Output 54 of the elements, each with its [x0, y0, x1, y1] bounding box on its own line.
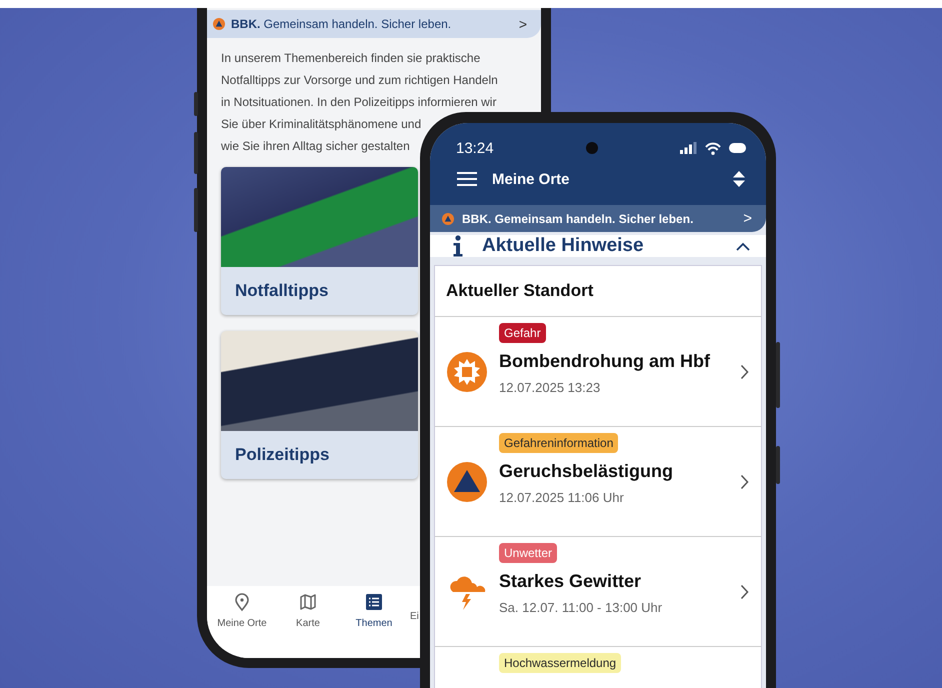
intro-text: In unserem Themenbereich finden sie praktische — [221, 50, 480, 67]
warning-triangle-icon — [442, 212, 454, 224]
chevron-text: > — [743, 210, 752, 227]
banner[interactable]: BBK. Gemeinsam handeln. Sicher leben. > — [430, 205, 766, 232]
warning-item[interactable]: Hochwassermeldung — [435, 647, 761, 688]
intro-text: Notfalltipps zur Vorsorge und zum richtigen Handeln — [221, 72, 498, 89]
banner-text: BBK. Gemeinsam handeln. Sicher leben. — [231, 17, 452, 31]
section-header[interactable]: Aktuelle Hinweise — [430, 235, 766, 257]
warning-date: 12.07.2025 11:06 Uhr — [499, 490, 624, 505]
category-badge: Gefahr — [499, 323, 546, 343]
nav-tab[interactable]: Themen — [341, 592, 407, 658]
nav-tab[interactable]: Karte — [275, 592, 341, 658]
intro-text: in Notsituationen. In den Polizeitipps informieren wir — [221, 94, 496, 111]
warning-item[interactable]: Gefahr Bombendrohung am Hbf 12.07.2025 13:23 — [435, 317, 761, 427]
warning-item[interactable]: Unwetter Starkes Gewitter Sa. 12.07. 11:00 - 13:00 Uhr — [435, 537, 761, 647]
warning-title: Bombendrohung am Hbf — [499, 351, 710, 372]
nav-tab[interactable]: Ei — [407, 592, 419, 658]
topic-card[interactable]: Polizeitipps — [221, 331, 418, 479]
category-badge: Hochwassermeldung — [499, 653, 622, 673]
category-badge: Unwetter — [499, 543, 558, 563]
info-icon — [452, 235, 464, 257]
intro-text: wie Sie ihren Alltag sicher gestalten — [221, 138, 410, 155]
topic-card[interactable]: Notfalltipps — [221, 167, 418, 315]
chevron-right-icon — [740, 364, 749, 380]
warning-title: Geruchsbelästigung — [499, 461, 674, 482]
location-pin-icon — [232, 592, 252, 612]
chevron-right-icon — [740, 474, 749, 490]
camera-icon — [586, 142, 598, 154]
explosion-icon — [447, 352, 487, 392]
map-icon — [298, 592, 318, 612]
warning-date: Sa. 12.07. 11:00 - 13:00 Uhr — [499, 600, 662, 615]
menu-icon[interactable] — [456, 171, 478, 187]
section-title: Aktuelle Hinweise — [482, 235, 645, 257]
topic-title: Polizeitipps — [234, 444, 330, 466]
intro-text: Sie über Kriminalitätsphänomene und — [221, 116, 422, 133]
warning-triangle-icon — [213, 18, 225, 30]
signal-icon — [680, 142, 697, 154]
chevron-text: > — [518, 16, 527, 32]
wifi-icon — [705, 142, 721, 154]
banner[interactable]: BBK. Gemeinsam handeln. Sicher leben. > — [207, 10, 541, 38]
category-badge: Gefahreninformation — [499, 433, 618, 453]
banner-text: BBK. Gemeinsam handeln. Sicher leben. — [462, 212, 694, 226]
list-icon — [364, 592, 384, 612]
chevron-right-icon — [740, 584, 749, 600]
topic-title: Notfalltipps — [234, 280, 330, 302]
sort-icon[interactable] — [732, 170, 746, 188]
battery-icon — [729, 143, 746, 153]
nav-tab[interactable]: Meine Orte — [209, 592, 275, 658]
status-time: 13:24 — [456, 140, 495, 156]
location-title: Aktueller Standort — [435, 266, 761, 317]
warning-date: 12.07.2025 13:23 — [499, 380, 600, 395]
screen-title: Meine Orte — [492, 170, 571, 188]
warning-title: Starkes Gewitter — [499, 571, 642, 592]
warning-item[interactable]: Gefahreninformation Geruchsbelästigung 12.07.2025 11:06 Uhr — [435, 427, 761, 537]
